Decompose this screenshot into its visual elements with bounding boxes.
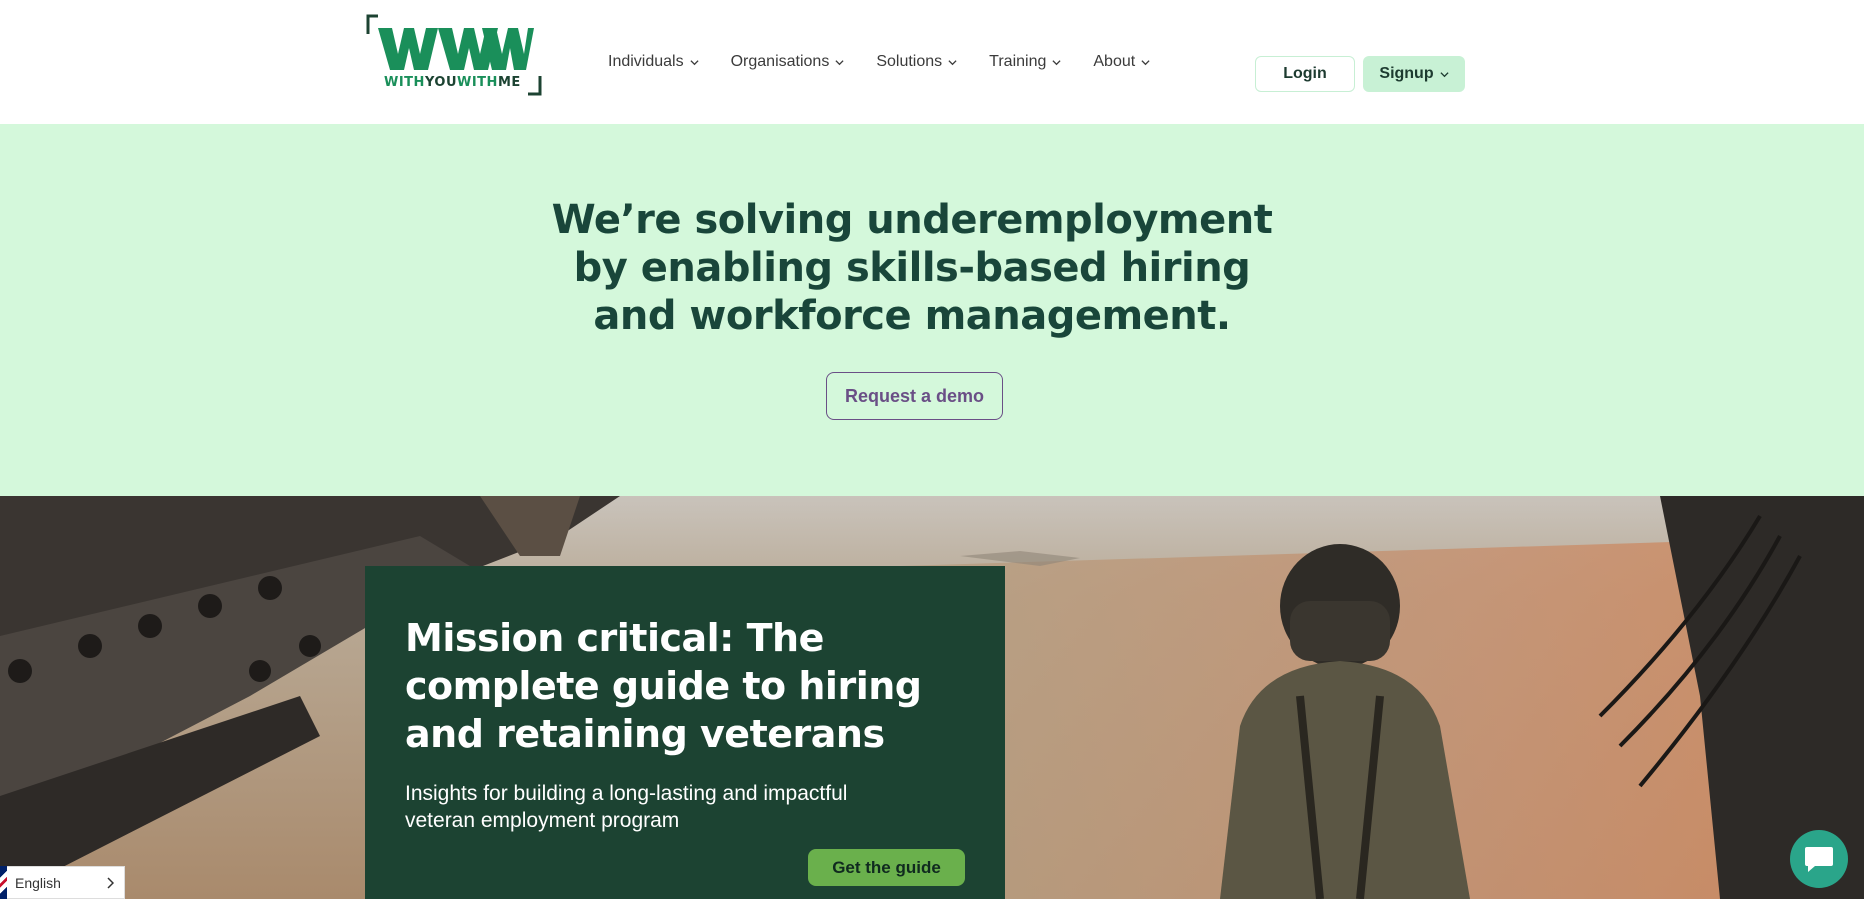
- hero-section: We’re solving underemployment by enablin…: [0, 124, 1864, 496]
- guide-title: Mission critical: The complete guide to …: [405, 614, 975, 758]
- chevron-down-icon: [1141, 59, 1150, 65]
- signup-button[interactable]: Signup: [1363, 56, 1465, 92]
- nav-label: Individuals: [608, 53, 684, 70]
- uk-flag-icon: [0, 866, 7, 899]
- nav-solutions[interactable]: Solutions: [876, 53, 957, 71]
- signup-label: Signup: [1379, 65, 1434, 82]
- chevron-down-icon: [1440, 71, 1449, 77]
- chevron-down-icon: [835, 59, 844, 65]
- chevron-down-icon: [690, 59, 699, 65]
- nav-individuals[interactable]: Individuals: [608, 53, 699, 71]
- login-label: Login: [1283, 65, 1327, 82]
- nav-label: Organisations: [730, 53, 830, 70]
- chat-bubble-icon: [1805, 847, 1833, 872]
- svg-text:WITHYOUWITHME: WITHYOUWITHME: [384, 75, 521, 90]
- chevron-right-icon: [107, 877, 114, 889]
- guide-subtitle-line: veteran employment program: [405, 809, 680, 832]
- hero-title: We’re solving underemployment by enablin…: [532, 196, 1292, 340]
- hero-title-line: and workforce management.: [593, 293, 1231, 339]
- language-label: English: [15, 874, 61, 891]
- main-nav: Individuals Organisations Solutions Trai…: [608, 53, 1182, 71]
- nav-label: Training: [989, 53, 1047, 70]
- nav-about[interactable]: About: [1093, 53, 1150, 71]
- language-selector[interactable]: English: [0, 866, 125, 899]
- guide-subtitle: Insights for building a long-lasting and…: [405, 780, 925, 834]
- get-the-guide-label: Get the guide: [832, 857, 941, 877]
- request-demo-label: Request a demo: [844, 385, 985, 406]
- chat-launcher-button[interactable]: [1790, 830, 1848, 888]
- request-demo-button[interactable]: Request a demo: [826, 372, 1003, 420]
- guide-subtitle-line: Insights for building a long-lasting and…: [405, 782, 848, 805]
- hero-title-line: by enabling skills-based hiring: [573, 245, 1251, 291]
- chevron-down-icon: [1052, 59, 1061, 65]
- nav-organisations[interactable]: Organisations: [731, 53, 845, 71]
- guide-title-line: complete guide to hiring: [405, 664, 922, 708]
- site-header: WITHYOUWITHME Individuals Organisations …: [0, 0, 1864, 124]
- login-button[interactable]: Login: [1255, 56, 1355, 92]
- nav-label: About: [1093, 53, 1136, 70]
- chevron-down-icon: [948, 59, 957, 65]
- hero-title-line: We’re solving underemployment: [551, 197, 1273, 243]
- withyouwithme-logo[interactable]: WITHYOUWITHME: [364, 14, 542, 96]
- nav-training[interactable]: Training: [989, 53, 1061, 71]
- guide-title-line: Mission critical: The: [405, 616, 824, 660]
- nav-label: Solutions: [876, 53, 943, 70]
- guide-card: Mission critical: The complete guide to …: [365, 566, 1005, 899]
- veterans-guide-banner: Mission critical: The complete guide to …: [0, 496, 1864, 899]
- get-the-guide-button[interactable]: Get the guide: [808, 849, 965, 886]
- guide-title-line: and retaining veterans: [405, 712, 885, 756]
